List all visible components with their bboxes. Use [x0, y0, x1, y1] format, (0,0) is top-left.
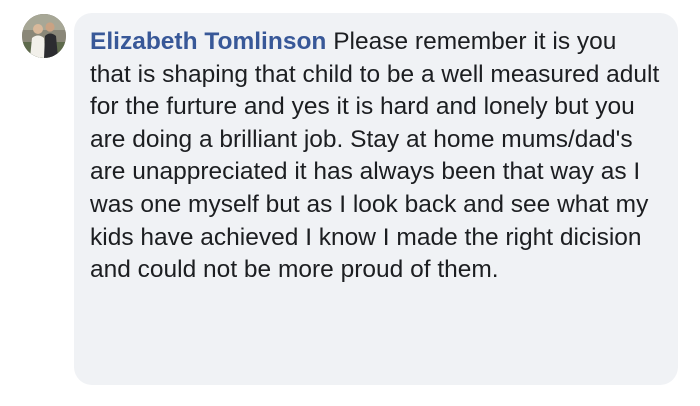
avatar[interactable] — [22, 14, 66, 58]
comment-text: Please remember it is you that is shapin… — [90, 28, 660, 284]
comment-body: Elizabeth Tomlinson Please remember it i… — [90, 26, 660, 287]
comment-author-name[interactable]: Elizabeth Tomlinson — [90, 28, 326, 55]
user-avatar-photo-icon — [22, 14, 66, 58]
comment-bubble: Elizabeth Tomlinson Please remember it i… — [74, 13, 678, 385]
